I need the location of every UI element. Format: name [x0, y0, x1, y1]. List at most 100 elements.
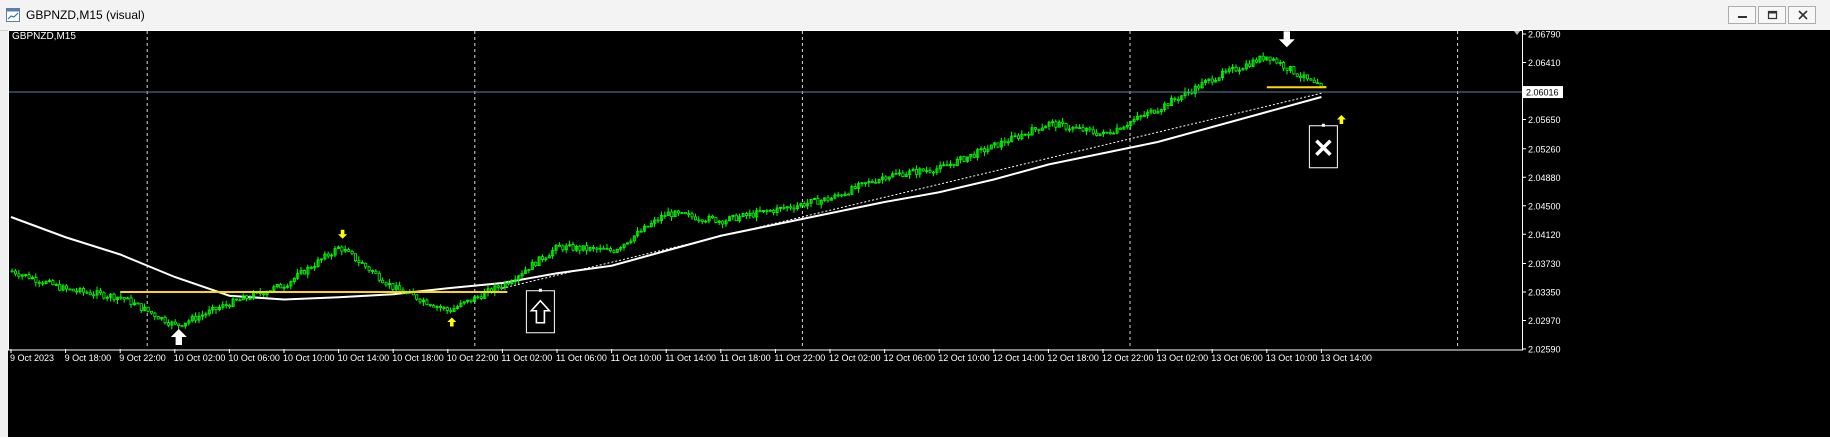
candle-body [245, 295, 249, 299]
sell-arrow-icon [1278, 31, 1295, 48]
candle-body [1224, 70, 1228, 73]
buy-arrow-icon [447, 317, 457, 327]
x-tick-label: 13 Oct 02:00 [1157, 353, 1209, 363]
candle-body [432, 305, 436, 308]
candle-body [425, 299, 429, 305]
x-tick-label: 12 Oct 22:00 [1102, 353, 1154, 363]
candle-body [789, 206, 793, 209]
candle-body [177, 323, 181, 326]
candle-body [37, 281, 41, 284]
candle-body [357, 260, 361, 263]
candle-body [602, 247, 606, 250]
shift-marker-icon[interactable] [1514, 31, 1520, 35]
title-bar[interactable]: GBPNZD,M15 (visual) [0, 0, 1830, 31]
candle-body [1210, 78, 1214, 83]
trendline [502, 92, 1322, 289]
candle-body [690, 213, 694, 218]
candle-body [415, 294, 419, 300]
x-tick-label: 10 Oct 02:00 [174, 353, 226, 363]
candle-body [1316, 82, 1320, 85]
x-tick-label: 9 Oct 18:00 [65, 353, 112, 363]
candle-body [1091, 129, 1095, 134]
candle-body [82, 288, 86, 293]
candle-body [983, 148, 987, 153]
candle-body [840, 194, 844, 197]
candle-body [51, 280, 55, 286]
candle-body [1027, 133, 1031, 136]
y-tick-label: 2.02590 [1528, 345, 1561, 355]
y-tick-label: 2.03350 [1528, 288, 1561, 298]
candle-body [34, 277, 38, 283]
minimize-icon [1738, 16, 1747, 18]
candle-body [996, 142, 1000, 148]
candle-body [360, 262, 364, 264]
candle-body [826, 197, 830, 201]
candle-body [347, 249, 351, 252]
candle-body [228, 304, 232, 308]
candle-body [1261, 55, 1265, 61]
candle-body [149, 310, 153, 314]
minimize-button[interactable] [1728, 6, 1756, 24]
candle-body [609, 248, 613, 252]
candle-body [1268, 56, 1272, 61]
candle-body [1306, 74, 1310, 80]
window-title: GBPNZD,M15 (visual) [26, 8, 145, 22]
candle-body [384, 282, 388, 286]
candle-body [836, 194, 840, 197]
current-price-label: 2.06016 [1526, 88, 1559, 98]
close-button[interactable] [1788, 6, 1816, 24]
candle-body [1061, 121, 1065, 124]
candle-body [864, 182, 868, 185]
x-tick-label: 10 Oct 10:00 [283, 353, 335, 363]
candle-body [214, 306, 218, 310]
candle-body [870, 181, 874, 183]
candle-body [122, 297, 126, 300]
candle-body [10, 270, 14, 273]
x-tick-label: 10 Oct 06:00 [228, 353, 280, 363]
candle-body [1095, 132, 1099, 136]
candle-body [58, 283, 62, 291]
candle-body [751, 212, 755, 218]
candle-body [1295, 73, 1299, 77]
candle-body [71, 288, 75, 292]
candle-body [1292, 66, 1296, 75]
candle-body [88, 292, 92, 296]
candle-body [721, 220, 725, 225]
candle-body [68, 288, 72, 291]
candle-body [772, 209, 776, 213]
x-tick-label: 11 Oct 22:00 [774, 353, 825, 363]
restore-button[interactable] [1758, 6, 1786, 24]
candle-body [17, 273, 21, 277]
candle-body [428, 304, 432, 306]
candle-body [561, 245, 565, 251]
candle-body [782, 206, 786, 209]
candle-body [340, 246, 344, 252]
candle-body [1197, 85, 1201, 89]
terminal-window: GBPNZD,M15 (visual) 2.067902.064102.0603… [0, 0, 1830, 437]
candle-body [1074, 126, 1078, 129]
candle-body [180, 325, 184, 327]
chart-area[interactable]: 2.067902.064102.060302.056502.052602.048… [8, 30, 1830, 437]
x-tick-label: 11 Oct 10:00 [611, 353, 662, 363]
candle-body [1312, 79, 1316, 84]
sell-arrow-icon [338, 229, 348, 239]
candle-body [146, 306, 150, 312]
candle-body [1282, 62, 1286, 69]
x-tick-label: 11 Oct 14:00 [665, 353, 716, 363]
candle-body [302, 270, 306, 275]
candle-body [65, 285, 69, 290]
candle-body [99, 290, 103, 294]
candle-body [646, 225, 650, 228]
candle-body [1034, 127, 1038, 130]
candle-body [1285, 67, 1289, 71]
trade-marker-anchor [1321, 123, 1325, 127]
candle-body [714, 217, 718, 223]
candle-body [901, 172, 905, 177]
candle-body [27, 274, 31, 280]
y-tick-label: 2.03730 [1528, 259, 1561, 269]
price-chart[interactable]: 2.067902.064102.060302.056502.052602.048… [8, 30, 1830, 437]
candle-body [802, 203, 806, 207]
y-tick-label: 2.04500 [1528, 201, 1561, 211]
y-tick-label: 2.04120 [1528, 230, 1561, 240]
x-tick-label: 13 Oct 10:00 [1266, 353, 1318, 363]
